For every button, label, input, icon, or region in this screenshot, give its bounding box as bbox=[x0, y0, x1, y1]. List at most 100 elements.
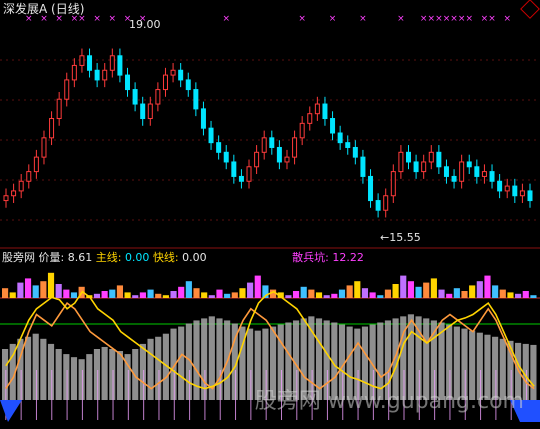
indicator-bar bbox=[384, 289, 392, 298]
candle-body bbox=[254, 151, 260, 168]
candle-body bbox=[147, 103, 153, 120]
gray-volume-bar bbox=[216, 318, 223, 400]
left-corner-triangle bbox=[0, 400, 22, 422]
signal-cross-marker: × bbox=[443, 14, 451, 24]
candle-body bbox=[443, 166, 449, 177]
price-volume-value: 8.61 bbox=[67, 251, 93, 264]
candle-body bbox=[140, 103, 146, 120]
indicator-bar bbox=[47, 272, 55, 298]
gray-volume-bar bbox=[308, 316, 315, 400]
candle-body bbox=[193, 89, 199, 110]
candle-body bbox=[64, 79, 70, 100]
candle-body bbox=[102, 69, 108, 81]
signal-cross-marker: × bbox=[488, 14, 496, 24]
candle-body bbox=[481, 171, 487, 177]
signal-cross-marker: × bbox=[329, 14, 337, 24]
indicator-bar bbox=[201, 292, 208, 298]
candle-body bbox=[292, 137, 298, 158]
indicator-bar bbox=[178, 286, 185, 298]
indicator-bar bbox=[9, 292, 16, 298]
gray-volume-bar bbox=[63, 354, 70, 400]
gray-volume-bar bbox=[407, 314, 414, 400]
indicator-bar bbox=[300, 286, 307, 298]
indicator-bar bbox=[132, 295, 139, 298]
candle-body bbox=[337, 132, 343, 144]
indicator-bar bbox=[331, 293, 338, 298]
candle-body bbox=[330, 118, 336, 134]
indicator-bar bbox=[369, 292, 376, 298]
candle-body bbox=[489, 171, 495, 182]
candle-body bbox=[11, 190, 17, 197]
indicator-header: 股旁网 价量: 8.61 主线: 0.00 快线: 0.00 散兵坑: 12.2… bbox=[2, 252, 364, 263]
candle-body bbox=[497, 180, 503, 192]
candle-body bbox=[246, 166, 252, 182]
indicator-bar bbox=[530, 295, 537, 298]
indicator-bar bbox=[155, 293, 162, 298]
gray-volume-bar bbox=[47, 343, 55, 400]
indicator-bar bbox=[400, 275, 407, 298]
indicator-bar bbox=[515, 293, 522, 298]
signal-cross-marker: × bbox=[428, 14, 436, 24]
gray-volume-bar bbox=[193, 320, 200, 400]
candle-body bbox=[87, 55, 93, 71]
indicator-bar bbox=[116, 285, 124, 298]
indicator-bar bbox=[423, 282, 430, 298]
candle-body bbox=[216, 142, 222, 153]
candle-body bbox=[276, 146, 282, 163]
candle-body bbox=[504, 185, 510, 192]
indicator-bar bbox=[499, 289, 506, 298]
chart-stage: × × × × × × × × × × × × × × × × × × × × × × × × 深发展A (日线) 19.00… bbox=[0, 0, 540, 425]
gray-volume-bar bbox=[70, 357, 78, 400]
indicator-bar bbox=[377, 295, 384, 298]
signal-cross-marker: × bbox=[109, 14, 117, 24]
chart-svg: × × × × × × × × × × × × × × × × × × × × × × × × bbox=[0, 14, 540, 422]
signal-cross-marker: × bbox=[450, 14, 458, 24]
candle-body bbox=[527, 190, 533, 202]
candle-body bbox=[368, 175, 374, 202]
gray-volume-bar bbox=[40, 338, 47, 400]
price-volume-label: 价量: bbox=[38, 251, 65, 264]
candle-body bbox=[322, 103, 328, 120]
candle-body bbox=[466, 161, 472, 168]
indicator-bar bbox=[438, 289, 445, 298]
candle-body bbox=[238, 175, 244, 182]
indicator-bar bbox=[346, 285, 353, 298]
indicator-bar bbox=[453, 288, 460, 298]
indicator-bar bbox=[185, 281, 192, 298]
candle-body bbox=[155, 89, 161, 105]
candle-body bbox=[178, 69, 184, 81]
indicator-bar bbox=[285, 295, 292, 298]
gray-volume-bar bbox=[86, 354, 93, 400]
candle-body bbox=[26, 171, 32, 182]
signal-cross-marker: × bbox=[420, 14, 428, 24]
signal-cross-marker: × bbox=[397, 14, 405, 24]
indicator-bar bbox=[461, 291, 468, 298]
candle-body bbox=[421, 161, 427, 173]
indicator-bar bbox=[40, 281, 47, 298]
gray-volume-bar bbox=[78, 359, 85, 400]
gray-volume-bar bbox=[139, 343, 146, 400]
candle-body bbox=[352, 146, 358, 158]
indicator-bar bbox=[63, 289, 70, 298]
indicator-bar bbox=[93, 293, 101, 298]
indicator-bar bbox=[247, 282, 254, 298]
candle-body bbox=[125, 74, 131, 91]
indicator-bar bbox=[139, 292, 146, 298]
gray-volume-bar bbox=[24, 336, 32, 400]
signal-cross-marker: × bbox=[222, 14, 230, 24]
candle-body bbox=[307, 113, 313, 124]
indicator-bar bbox=[292, 291, 300, 298]
indicator-bar bbox=[469, 285, 476, 298]
fast-line-label: 快线: bbox=[152, 251, 179, 264]
gray-volume-bar bbox=[132, 349, 139, 400]
gray-volume-bar bbox=[93, 349, 101, 400]
indicator-bar bbox=[55, 284, 62, 298]
indicator-bar bbox=[484, 275, 491, 298]
candle-body bbox=[71, 64, 77, 81]
signal-cross-marker: × bbox=[458, 14, 466, 24]
candle-body bbox=[33, 156, 39, 173]
indicator-bar bbox=[507, 292, 514, 298]
signal-cross-marker: × bbox=[298, 14, 306, 24]
gray-volume-bar bbox=[247, 328, 254, 400]
indicator-bar bbox=[492, 285, 499, 298]
